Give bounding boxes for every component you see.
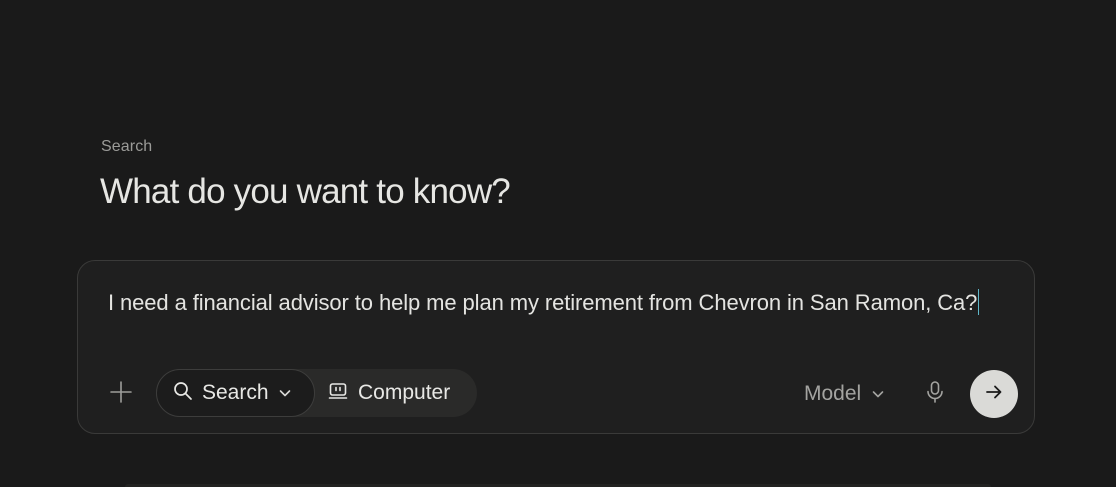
search-icon <box>173 381 193 406</box>
model-label: Model <box>804 382 862 405</box>
computer-icon <box>328 381 348 406</box>
voice-input-button[interactable] <box>921 379 949 409</box>
query-composer: I need a financial advisor to help me pl… <box>77 260 1035 434</box>
plus-icon <box>110 380 132 408</box>
mode-selector: Search Computer <box>156 369 477 417</box>
arrow-right-icon <box>984 382 1004 407</box>
mode-computer-button[interactable]: Computer <box>328 369 450 417</box>
chevron-down-icon <box>278 386 292 400</box>
section-label: Search <box>101 138 153 155</box>
query-text: I need a financial advisor to help me pl… <box>108 290 978 315</box>
mode-computer-label: Computer <box>358 381 451 404</box>
composer-toolbar: Search Computer Model <box>78 369 1034 419</box>
mode-search-label: Search <box>202 381 269 404</box>
submit-button[interactable] <box>970 370 1018 418</box>
mode-search-button[interactable]: Search <box>156 369 315 417</box>
page: Search What do you want to know? I need … <box>0 0 1116 487</box>
model-selector-button[interactable]: Model <box>804 379 885 409</box>
text-caret <box>978 289 980 315</box>
microphone-icon <box>925 380 945 409</box>
attach-button[interactable] <box>106 379 136 409</box>
page-heading: What do you want to know? <box>100 172 511 211</box>
query-input[interactable]: I need a financial advisor to help me pl… <box>108 285 1023 321</box>
chevron-down-icon <box>871 387 885 401</box>
